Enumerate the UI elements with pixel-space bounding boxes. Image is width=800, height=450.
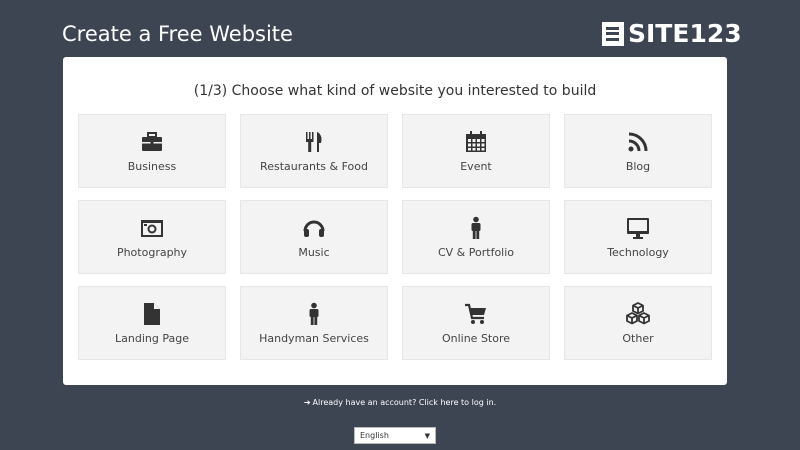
category-label: Blog (625, 159, 651, 173)
category-label: Online Store (441, 331, 511, 345)
category-photography[interactable]: Photography (78, 200, 226, 274)
language-value: English (360, 431, 389, 440)
shopping-cart-icon (465, 303, 486, 324)
category-label: CV & Portfolio (437, 245, 515, 259)
category-music[interactable]: Music (240, 200, 388, 274)
category-label: Technology (607, 245, 669, 259)
category-label: Music (298, 245, 330, 259)
person-icon (309, 302, 319, 325)
step-subtitle: (1/3) Choose what kind of website you in… (193, 83, 597, 99)
document-icon (144, 302, 160, 325)
rss-icon (628, 132, 648, 151)
category-label: Handyman Services (259, 331, 369, 345)
login-link-text[interactable]: Already have an account? Click here to l… (313, 398, 497, 407)
category-label: Landing Page (115, 331, 189, 345)
category-panel: (1/3) Choose what kind of website you in… (63, 57, 727, 385)
category-event[interactable]: Event (402, 114, 550, 188)
camera-icon (141, 219, 163, 237)
category-online-store[interactable]: Online Store (402, 286, 550, 360)
logo-mark-icon (602, 21, 624, 46)
category-technology[interactable]: Technology (564, 200, 712, 274)
language-select[interactable]: English ▼ (354, 427, 436, 444)
category-other[interactable]: Other (564, 286, 712, 360)
category-label: Event (460, 159, 492, 173)
sign-in-icon: ➔ (303, 398, 311, 407)
category-grid: Business Restaurants & Food Event Blog P… (78, 114, 712, 360)
category-restaurants-food[interactable]: Restaurants & Food (240, 114, 388, 188)
page-title: Create a Free Website (62, 22, 293, 46)
logo-text: SITE123 (628, 19, 742, 48)
cubes-icon (626, 301, 650, 324)
caret-down-icon: ▼ (424, 431, 430, 440)
category-label: Other (622, 331, 654, 345)
category-label: Business (127, 159, 177, 173)
category-label: Restaurants & Food (260, 159, 368, 173)
category-label: Photography (116, 245, 188, 259)
login-link[interactable]: ➔ Already have an account? Click here to … (0, 398, 800, 407)
category-business[interactable]: Business (78, 114, 226, 188)
category-cv-portfolio[interactable]: CV & Portfolio (402, 200, 550, 274)
category-handyman-services[interactable]: Handyman Services (240, 286, 388, 360)
category-landing-page[interactable]: Landing Page (78, 286, 226, 360)
fork-knife-icon (306, 131, 322, 152)
calendar-icon (466, 130, 486, 152)
category-blog[interactable]: Blog (564, 114, 712, 188)
site123-logo[interactable]: SITE123 (602, 19, 742, 48)
monitor-icon (627, 217, 649, 239)
headphones-icon (303, 220, 325, 237)
briefcase-icon (142, 131, 162, 151)
person-icon (471, 216, 481, 239)
